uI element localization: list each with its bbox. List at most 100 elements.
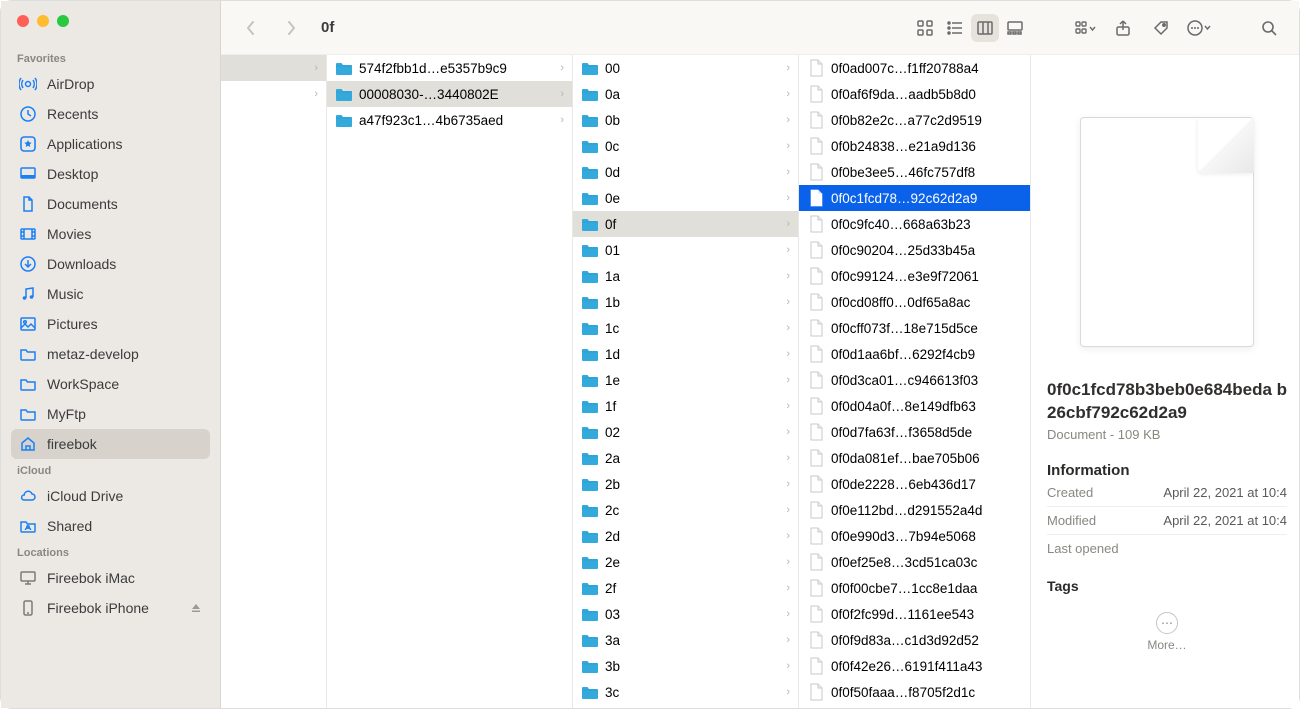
- folder-row[interactable]: 1b›: [573, 289, 798, 315]
- file-row[interactable]: 0f0f50faaa…f8705f2d1c: [799, 679, 1030, 705]
- nav-forward-button[interactable]: [277, 14, 305, 42]
- close-button[interactable]: [17, 15, 29, 27]
- folder-row[interactable]: 01›: [573, 237, 798, 263]
- minimize-button[interactable]: [37, 15, 49, 27]
- column-view-button[interactable]: [971, 14, 999, 42]
- folder-icon: [335, 111, 353, 129]
- sidebar-item-metaz-develop[interactable]: metaz-develop: [11, 339, 210, 369]
- file-row[interactable]: 0f0c1fcd78…92c62d2a9: [799, 185, 1030, 211]
- column-4[interactable]: 0f0ad007c…f1ff20788a4 0f0af6f9da…aadb5b8d…: [799, 55, 1031, 708]
- chevron-right-icon: ›: [560, 62, 564, 74]
- folder-row[interactable]: 574f2fbb1d…e5357b9c9›: [327, 55, 572, 81]
- file-row[interactable]: 0f0d04a0f…8e149dfb63: [799, 393, 1030, 419]
- sidebar-item-airdrop[interactable]: AirDrop: [11, 69, 210, 99]
- file-row[interactable]: 0f0c9fc40…668a63b23: [799, 211, 1030, 237]
- sidebar-item-shared[interactable]: Shared: [11, 511, 210, 541]
- folder-row[interactable]: ›: [221, 55, 326, 81]
- folder-row[interactable]: 0c›: [573, 133, 798, 159]
- folder-row[interactable]: 0f›: [573, 211, 798, 237]
- row-label: 0f0ad007c…f1ff20788a4: [831, 61, 1022, 76]
- sidebar-item-movies[interactable]: Movies: [11, 219, 210, 249]
- tags-button[interactable]: [1147, 14, 1175, 42]
- folder-row[interactable]: 2e›: [573, 549, 798, 575]
- sidebar-item-myftp[interactable]: MyFtp: [11, 399, 210, 429]
- folder-row[interactable]: a47f923c1…4b6735aed›: [327, 107, 572, 133]
- folder-row[interactable]: 02›: [573, 419, 798, 445]
- document-icon: [807, 683, 825, 701]
- folder-row[interactable]: ›: [221, 81, 326, 107]
- folder-row[interactable]: 1f›: [573, 393, 798, 419]
- folder-row[interactable]: 1a›: [573, 263, 798, 289]
- folder-icon: [581, 319, 599, 337]
- sidebar-item-pictures[interactable]: Pictures: [11, 309, 210, 339]
- chevron-right-icon: ›: [786, 400, 790, 412]
- file-row[interactable]: 0f0f42e26…6191f411a43: [799, 653, 1030, 679]
- column-3[interactable]: 00›0a›0b›0c›0d›0e›0f›01›1a›1b›1c›1d›1e›1…: [573, 55, 799, 708]
- eject-icon[interactable]: [190, 602, 202, 614]
- folder-row[interactable]: 1d›: [573, 341, 798, 367]
- file-row[interactable]: 0f0e990d3…7b94e5068: [799, 523, 1030, 549]
- sidebar-item-applications[interactable]: Applications: [11, 129, 210, 159]
- file-row[interactable]: 0f0d7fa63f…f3658d5de: [799, 419, 1030, 445]
- file-row[interactable]: 0f0da081ef…bae705b06: [799, 445, 1030, 471]
- folder-row[interactable]: 0a›: [573, 81, 798, 107]
- file-row[interactable]: 0f0b82e2c…a77c2d9519: [799, 107, 1030, 133]
- file-row[interactable]: 0f0cff073f…18e715d5ce: [799, 315, 1030, 341]
- chevron-right-icon: ›: [786, 582, 790, 594]
- folder-row[interactable]: 1c›: [573, 315, 798, 341]
- file-row[interactable]: 0f0e112bd…d291552a4d: [799, 497, 1030, 523]
- folder-row[interactable]: 2d›: [573, 523, 798, 549]
- folder-row[interactable]: 2a›: [573, 445, 798, 471]
- folder-row[interactable]: 0e›: [573, 185, 798, 211]
- file-row[interactable]: 0f0f2fc99d…1161ee543: [799, 601, 1030, 627]
- nav-back-button[interactable]: [237, 14, 265, 42]
- folder-row[interactable]: 03›: [573, 601, 798, 627]
- file-row[interactable]: 0f0d1aa6bf…6292f4cb9: [799, 341, 1030, 367]
- file-row[interactable]: 0f0c99124…e3e9f72061: [799, 263, 1030, 289]
- folder-row[interactable]: 3b›: [573, 653, 798, 679]
- file-row[interactable]: 0f0de2228…6eb436d17: [799, 471, 1030, 497]
- sidebar-item-fireebok-iphone[interactable]: Fireebok iPhone: [11, 593, 210, 623]
- sidebar-item-fireebok[interactable]: fireebok: [11, 429, 210, 459]
- action-menu-button[interactable]: [1185, 14, 1213, 42]
- document-icon: [807, 85, 825, 103]
- share-button[interactable]: [1109, 14, 1137, 42]
- file-row[interactable]: 0f0be3ee5…46fc757df8: [799, 159, 1030, 185]
- sidebar-item-desktop[interactable]: Desktop: [11, 159, 210, 189]
- sidebar-item-recents[interactable]: Recents: [11, 99, 210, 129]
- folder-row[interactable]: 2f›: [573, 575, 798, 601]
- folder-row[interactable]: 00008030-…3440802E›: [327, 81, 572, 107]
- folder-row[interactable]: 3c›: [573, 679, 798, 705]
- gallery-view-button[interactable]: [1001, 14, 1029, 42]
- folder-row[interactable]: 2c›: [573, 497, 798, 523]
- file-row[interactable]: 0f0f9d83a…c1d3d92d52: [799, 627, 1030, 653]
- fullscreen-button[interactable]: [57, 15, 69, 27]
- column-1[interactable]: ››: [221, 55, 327, 708]
- folder-row[interactable]: 2b›: [573, 471, 798, 497]
- file-row[interactable]: 0f0d3ca01…c946613f03: [799, 367, 1030, 393]
- file-row[interactable]: 0f0b24838…e21a9d136: [799, 133, 1030, 159]
- column-2[interactable]: 574f2fbb1d…e5357b9c9›00008030-…3440802E›…: [327, 55, 573, 708]
- sidebar-item-fireebok-imac[interactable]: Fireebok iMac: [11, 563, 210, 593]
- file-row[interactable]: 0f0ad007c…f1ff20788a4: [799, 55, 1030, 81]
- sidebar-item-music[interactable]: Music: [11, 279, 210, 309]
- sidebar-item-workspace[interactable]: WorkSpace: [11, 369, 210, 399]
- folder-row[interactable]: 0d›: [573, 159, 798, 185]
- sidebar-item-icloud-drive[interactable]: iCloud Drive: [11, 481, 210, 511]
- file-row[interactable]: 0f0f00cbe7…1cc8e1daa: [799, 575, 1030, 601]
- sidebar-item-downloads[interactable]: Downloads: [11, 249, 210, 279]
- icon-view-button[interactable]: [911, 14, 939, 42]
- preview-more[interactable]: ⋯ More…: [1047, 612, 1287, 652]
- folder-row[interactable]: 1e›: [573, 367, 798, 393]
- folder-row[interactable]: 00›: [573, 55, 798, 81]
- folder-row[interactable]: 3a›: [573, 627, 798, 653]
- file-row[interactable]: 0f0cd08ff0…0df65a8ac: [799, 289, 1030, 315]
- file-row[interactable]: 0f0ef25e8…3cd51ca03c: [799, 549, 1030, 575]
- list-view-button[interactable]: [941, 14, 969, 42]
- search-button[interactable]: [1255, 14, 1283, 42]
- file-row[interactable]: 0f0c90204…25d33b45a: [799, 237, 1030, 263]
- group-by-button[interactable]: [1071, 14, 1099, 42]
- sidebar-item-documents[interactable]: Documents: [11, 189, 210, 219]
- folder-row[interactable]: 0b›: [573, 107, 798, 133]
- file-row[interactable]: 0f0af6f9da…aadb5b8d0: [799, 81, 1030, 107]
